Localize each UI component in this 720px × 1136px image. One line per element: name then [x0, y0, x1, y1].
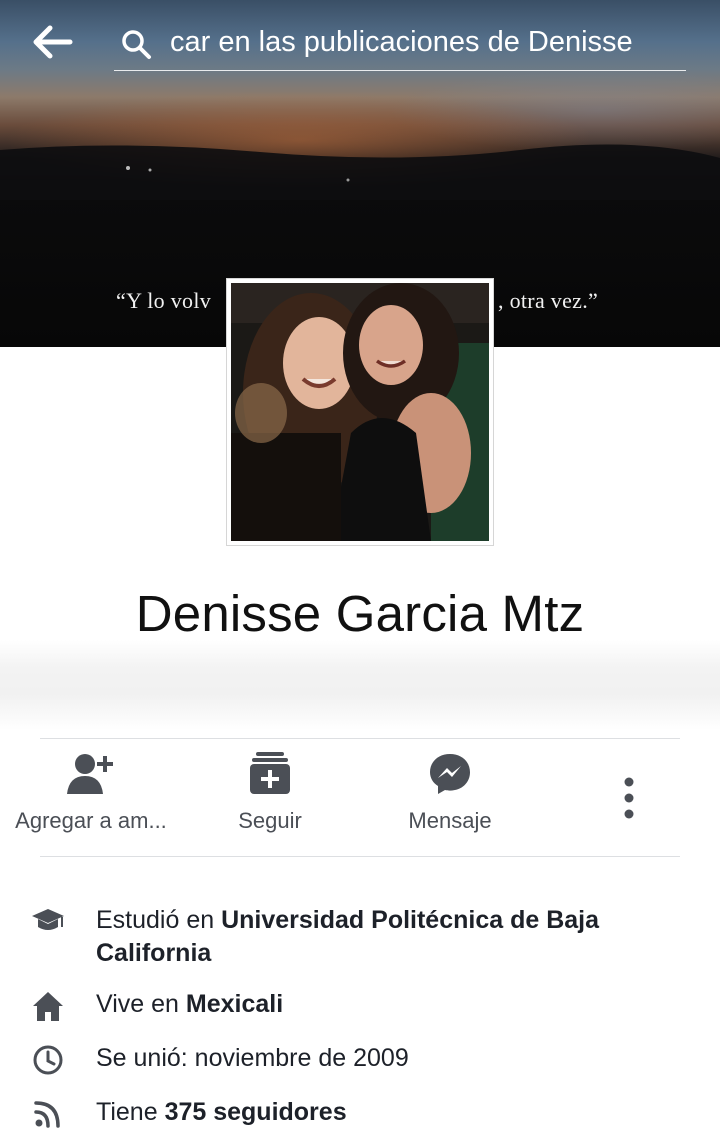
- more-options-button[interactable]: [614, 776, 644, 820]
- follow-icon: [250, 752, 290, 794]
- messenger-icon: [430, 754, 470, 794]
- redacted-area: [0, 640, 720, 730]
- add-friend-label: Agregar a am...: [15, 808, 167, 833]
- education-prefix: Estudió en: [96, 906, 222, 934]
- follow-button[interactable]: Seguir: [210, 752, 330, 834]
- cover-quote-right: , otra vez.”: [498, 288, 599, 313]
- education-text: Estudió en Universidad Politécnica de Ba…: [96, 904, 686, 970]
- more-vertical-icon: [624, 777, 634, 819]
- search-icon: [122, 30, 151, 59]
- cover-quote-left: “Y lo volv: [116, 288, 212, 313]
- divider-top: [40, 738, 680, 739]
- home-icon: [33, 992, 63, 1021]
- graduation-cap-icon: [32, 909, 64, 930]
- clock-icon: [33, 1045, 63, 1075]
- followers-prefix: Tiene: [96, 1098, 165, 1126]
- follow-label: Seguir: [238, 808, 302, 833]
- profile-name: Denisse Garcia Mtz: [135, 585, 585, 642]
- divider-bottom: [40, 856, 680, 857]
- joined-text: Se unió: noviembre de 2009: [96, 1044, 409, 1072]
- message-button[interactable]: Mensaje: [390, 752, 510, 834]
- add-friend-button[interactable]: Agregar a am...: [10, 752, 172, 834]
- back-button[interactable]: [30, 22, 78, 62]
- search-text: car en las publicaciones de Denisse: [170, 26, 633, 58]
- rss-followers-icon: [34, 1101, 60, 1128]
- profile-picture[interactable]: [226, 278, 494, 546]
- followers-text: Tiene 375 seguidores: [96, 1096, 686, 1129]
- add-friend-icon: [67, 754, 113, 794]
- search-input[interactable]: car en las publicaciones de Denisse: [114, 18, 686, 71]
- back-arrow-icon: [33, 25, 73, 59]
- followers-count[interactable]: 375 seguidores: [165, 1098, 347, 1126]
- residence-place[interactable]: Mexicali: [186, 990, 283, 1018]
- profile-photo-image: [231, 283, 489, 541]
- message-label: Mensaje: [408, 808, 492, 833]
- top-bar: car en las publicaciones de Denisse: [0, 0, 720, 78]
- residence-prefix: Vive en: [96, 990, 186, 1018]
- residence-text: Vive en Mexicali: [96, 988, 686, 1021]
